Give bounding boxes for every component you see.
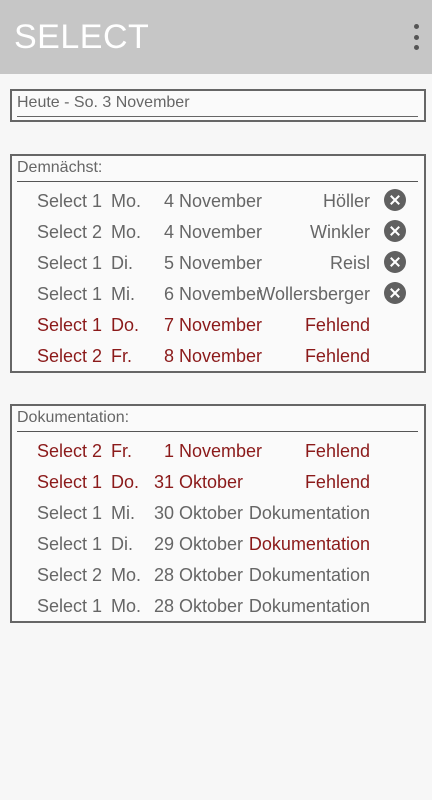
row-date: 31 [153,472,174,492]
row-name: Höller [322,191,370,211]
row-weekday: Do. [111,315,140,335]
upcoming-divider [17,181,418,182]
row-date: 4 [163,222,174,242]
row-name: Fehlend [304,346,370,366]
delete-icon[interactable] [384,251,406,273]
row-date: 28 [153,565,174,585]
list-item[interactable]: Select 1 Mo. 28 Oktober Dokumentation [12,591,424,622]
today-underline [17,116,418,117]
list-item[interactable]: Select 2 Fr. 1 November Fehlend [12,436,424,467]
row-weekday: Mi. [111,503,135,523]
row-name: Reisl [329,253,370,273]
row-select-label: Select 1 [37,596,103,616]
list-item[interactable]: Select 1 Mi. 30 Oktober Dokumentation [12,498,424,529]
row-weekday: Mo. [111,565,142,585]
row-month: Oktober [179,565,244,585]
row-select-label: Select 1 [37,472,103,492]
row-weekday: Mo. [111,596,142,616]
row-month: November [179,253,263,273]
row-date: 6 [163,284,174,304]
row-select-label: Select 1 [37,315,103,335]
row-name: Dokumentation [248,596,370,616]
row-name: Fehlend [304,441,370,461]
app-title: SELECT [14,18,150,56]
row-weekday: Fr. [111,346,132,366]
documentation-section: Dokumentation: Select 2 Fr. 1 November Fehle… [10,404,426,623]
row-weekday: Mo. [111,191,142,211]
upcoming-header: Demnächst: [17,159,103,176]
list-item[interactable]: Select 1 Do. 31 Oktober Fehlend [12,467,424,498]
row-date: 29 [153,534,174,554]
row-select-label: Select 1 [37,253,103,273]
row-weekday: Do. [111,472,140,492]
row-month: Oktober [179,534,244,554]
row-date: 7 [163,315,174,335]
row-select-label: Select 2 [37,441,103,461]
upcoming-section: Demnächst: Select 1 Mo. 4 November Höller Sel… [10,154,426,373]
row-weekday: Mi. [111,284,135,304]
list-item[interactable]: Select 1 Di. 29 Oktober Dokumentation [12,529,424,560]
row-weekday: Mo. [111,222,142,242]
row-name: Fehlend [304,472,370,492]
row-select-label: Select 1 [37,534,103,554]
row-select-label: Select 2 [37,222,103,242]
row-select-label: Select 1 [37,284,103,304]
row-name: Dokumentation [248,565,370,585]
row-weekday: Di. [111,253,133,273]
today-field[interactable]: Heute - So. 3 November [10,89,426,122]
delete-icon[interactable] [384,189,406,211]
app-bar: SELECT [0,0,432,74]
row-select-label: Select 1 [37,191,103,211]
row-select-label: Select 2 [37,565,103,585]
list-item[interactable]: Select 1 Do. 7 November Fehlend [12,310,424,341]
list-item[interactable]: Select 1 Mo. 4 November Höller [12,186,424,217]
row-date: 8 [163,346,174,366]
row-date: 5 [163,253,174,273]
row-month: November [179,315,263,335]
row-month: Oktober [179,472,244,492]
row-month: Oktober [179,596,244,616]
row-name: Dokumentation [248,534,370,554]
row-month: November [179,222,263,242]
row-weekday: Di. [111,534,133,554]
row-month: Oktober [179,503,244,523]
row-select-label: Select 2 [37,346,103,366]
list-item[interactable]: Select 1 Mi. 6 November Wollersberger [12,279,424,310]
row-month: November [179,441,263,461]
documentation-divider [17,431,418,432]
list-item[interactable]: Select 2 Fr. 8 November Fehlend [12,341,424,372]
row-name: Wollersberger [258,284,370,304]
row-date: 4 [163,191,174,211]
list-item[interactable]: Select 2 Mo. 28 Oktober Dokumentation [12,560,424,591]
delete-icon[interactable] [384,282,406,304]
row-name: Winkler [309,222,370,242]
more-vert-icon[interactable] [410,24,422,50]
row-month: November [179,284,263,304]
row-name: Fehlend [304,315,370,335]
row-month: November [179,191,263,211]
list-item[interactable]: Select 1 Di. 5 November Reisl [12,248,424,279]
row-month: November [179,346,263,366]
row-date: 30 [153,503,174,523]
row-date: 1 [163,441,174,461]
row-date: 28 [153,596,174,616]
list-item[interactable]: Select 2 Mo. 4 November Winkler [12,217,424,248]
row-name: Dokumentation [248,503,370,523]
documentation-header: Dokumentation: [17,409,130,426]
row-weekday: Fr. [111,441,132,461]
today-label: Heute - So. 3 November [17,94,190,111]
delete-icon[interactable] [384,220,406,242]
row-select-label: Select 1 [37,503,103,523]
